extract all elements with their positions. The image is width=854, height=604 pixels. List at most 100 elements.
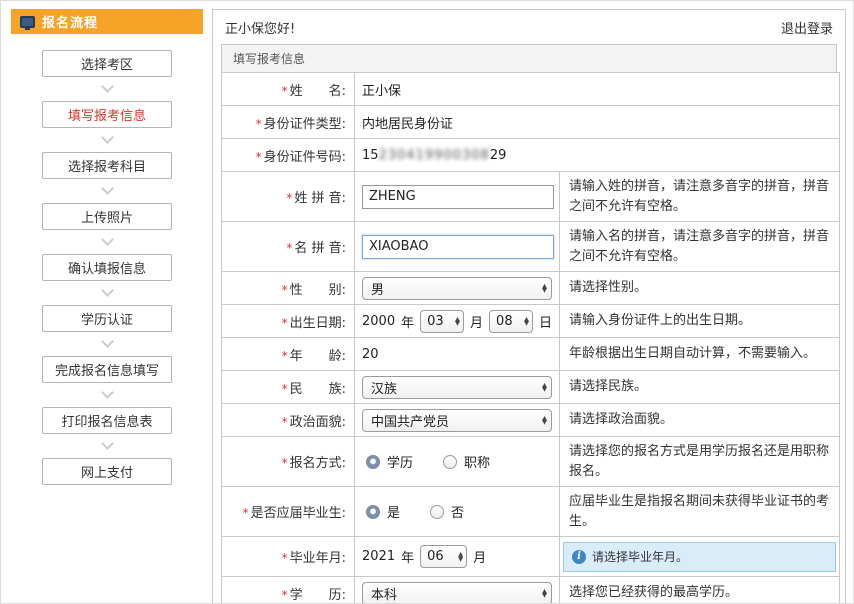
radio-education[interactable] <box>366 455 380 469</box>
chevron-down-icon <box>101 80 114 93</box>
row-fresh-graduate: *是否应届毕业生: 是 否 应届毕业生是指报名期间未获得毕业证书的考生。 <box>222 487 840 537</box>
graduation-date-label: *毕业年月: <box>222 537 355 577</box>
gender-hint: 请选择性别。 <box>560 272 840 305</box>
radio-title-label: 职称 <box>464 452 490 471</box>
row-name: *姓 名: 正小保 <box>222 73 840 106</box>
name-value: 正小保 <box>355 73 840 106</box>
chevron-down-icon <box>101 386 114 399</box>
row-political-status: *政治面貌: 中国共产党员 ▲▼ 请选择政治面貌。 <box>222 404 840 437</box>
row-birth-date: *出生日期: 2000 年 03 ▲▼ 月 08 ▲▼ <box>222 305 840 338</box>
radio-yes-label: 是 <box>387 502 400 521</box>
graduation-month-select[interactable]: 06 ▲▼ <box>420 545 467 568</box>
chevron-down-icon <box>101 233 114 246</box>
given-pinyin-hint: 请输入名的拼音，请注意多音字的拼音，拼音之间不允许有空格。 <box>560 222 840 272</box>
political-status-hint: 请选择政治面貌。 <box>560 404 840 437</box>
step-complete-info[interactable]: 完成报名信息填写 <box>42 356 172 383</box>
step-fill-info[interactable]: 填写报考信息 <box>42 101 172 128</box>
step-select-area[interactable]: 选择考区 <box>42 50 172 77</box>
step-select-subjects[interactable]: 选择报考科目 <box>42 152 172 179</box>
id-type-value: 内地居民身份证 <box>355 106 840 139</box>
greeting-text: 正小保您好! <box>225 18 295 37</box>
row-surname-pinyin: *姓 拼 音: 请输入姓的拼音，请注意多音字的拼音，拼音之间不允许有空格。 <box>222 172 840 222</box>
gender-label: *性 别: <box>222 272 355 305</box>
age-hint: 年龄根据出生日期自动计算，不需要输入。 <box>560 338 840 371</box>
id-number-value: 1523041990030829 <box>355 139 840 172</box>
row-id-number: *身份证件号码: 1523041990030829 <box>222 139 840 172</box>
step-confirm-info[interactable]: 确认填报信息 <box>42 254 172 281</box>
radio-yes[interactable] <box>366 505 380 519</box>
main-header: 正小保您好! 退出登录 <box>213 10 845 44</box>
ethnicity-hint: 请选择民族。 <box>560 371 840 404</box>
ethnicity-label: *民 族: <box>222 371 355 404</box>
row-education-level: *学 历: 本科 ▲▼ 选择您已经获得的最高学历。 <box>222 577 840 604</box>
birth-day-select[interactable]: 08 ▲▼ <box>489 310 533 333</box>
id-type-label: *身份证件类型: <box>222 106 355 139</box>
given-pinyin-input[interactable] <box>362 235 554 259</box>
row-gender: *性 别: 男 ▲▼ 请选择性别。 <box>222 272 840 305</box>
select-stepper-icon: ▲▼ <box>542 284 547 292</box>
ethnicity-select[interactable]: 汉族 ▲▼ <box>362 376 552 399</box>
given-pinyin-label: *名 拼 音: <box>222 222 355 272</box>
monitor-icon <box>20 16 35 28</box>
graduation-date-callout: i 请选择毕业年月。 <box>563 542 836 572</box>
fresh-graduate-hint: 应届毕业生是指报名期间未获得毕业证书的考生。 <box>560 487 840 537</box>
row-graduation-date: *毕业年月: 2021 年 06 ▲▼ 月 i 请选 <box>222 537 840 577</box>
birth-month-select[interactable]: 03 ▲▼ <box>420 310 464 333</box>
masked-id-digits: 230419900308 <box>379 148 490 163</box>
chevron-down-icon <box>101 284 114 297</box>
political-status-label: *政治面貌: <box>222 404 355 437</box>
row-id-type: *身份证件类型: 内地居民身份证 <box>222 106 840 139</box>
surname-pinyin-input[interactable] <box>362 185 554 209</box>
required-mark: * <box>282 84 288 98</box>
select-stepper-icon: ▲▼ <box>455 317 460 325</box>
chevron-down-icon <box>101 335 114 348</box>
gender-select[interactable]: 男 ▲▼ <box>362 277 552 300</box>
surname-pinyin-hint: 请输入姓的拼音，请注意多音字的拼音，拼音之间不允许有空格。 <box>560 172 840 222</box>
row-age: *年 龄: 20 年龄根据出生日期自动计算，不需要输入。 <box>222 338 840 371</box>
chevron-down-icon <box>101 437 114 450</box>
birth-year-value: 2000 <box>362 314 395 329</box>
graduation-date-hint: 请选择毕业年月。 <box>592 548 688 566</box>
education-level-hint: 选择您已经获得的最高学历。 <box>560 577 840 604</box>
radio-education-label: 学历 <box>387 452 413 471</box>
age-value: 20 <box>355 338 560 371</box>
graduation-year-value: 2021 <box>362 549 395 564</box>
sidebar: 报名流程 选择考区 填写报考信息 选择报考科目 上传照片 确认填报信息 学历认证… <box>11 9 203 485</box>
registration-form: *姓 名: 正小保 *身份证件类型: 内地居民身份证 *身份证件号码: 1523… <box>221 72 840 604</box>
chevron-down-icon <box>101 131 114 144</box>
education-level-label: *学 历: <box>222 577 355 604</box>
birth-date-label: *出生日期: <box>222 305 355 338</box>
step-upload-photo[interactable]: 上传照片 <box>42 203 172 230</box>
select-stepper-icon: ▲▼ <box>524 317 529 325</box>
radio-no-label: 否 <box>451 502 464 521</box>
sidebar-header: 报名流程 <box>11 9 203 34</box>
fresh-graduate-label: *是否应届毕业生: <box>222 487 355 537</box>
select-stepper-icon: ▲▼ <box>458 552 463 560</box>
info-icon: i <box>572 550 586 564</box>
page: 报名流程 选择考区 填写报考信息 选择报考科目 上传照片 确认填报信息 学历认证… <box>0 0 854 604</box>
age-label: *年 龄: <box>222 338 355 371</box>
sidebar-title: 报名流程 <box>42 12 98 31</box>
select-stepper-icon: ▲▼ <box>542 589 547 597</box>
select-stepper-icon: ▲▼ <box>542 416 547 424</box>
steps-list: 选择考区 填写报考信息 选择报考科目 上传照片 确认填报信息 学历认证 完成报名… <box>11 50 203 485</box>
logout-link[interactable]: 退出登录 <box>781 18 833 37</box>
radio-title[interactable] <box>443 455 457 469</box>
select-stepper-icon: ▲▼ <box>542 383 547 391</box>
section-title: 填写报考信息 <box>221 44 837 72</box>
row-registration-method: *报名方式: 学历 职称 请选择您的报名方式是用学历报名还是用职称报名。 <box>222 437 840 487</box>
step-print-form[interactable]: 打印报名信息表 <box>42 407 172 434</box>
step-education-verify[interactable]: 学历认证 <box>42 305 172 332</box>
surname-pinyin-label: *姓 拼 音: <box>222 172 355 222</box>
step-online-payment[interactable]: 网上支付 <box>42 458 172 485</box>
political-status-select[interactable]: 中国共产党员 ▲▼ <box>362 409 552 432</box>
main-panel: 正小保您好! 退出登录 填写报考信息 *姓 名: 正小保 *身份证件类型: 内地… <box>212 9 846 604</box>
name-label: *姓 名: <box>222 73 355 106</box>
row-given-pinyin: *名 拼 音: 请输入名的拼音，请注意多音字的拼音，拼音之间不允许有空格。 <box>222 222 840 272</box>
row-ethnicity: *民 族: 汉族 ▲▼ 请选择民族。 <box>222 371 840 404</box>
registration-method-hint: 请选择您的报名方式是用学历报名还是用职称报名。 <box>560 437 840 487</box>
education-level-select[interactable]: 本科 ▲▼ <box>362 582 552 604</box>
radio-no[interactable] <box>430 505 444 519</box>
chevron-down-icon <box>101 182 114 195</box>
registration-method-label: *报名方式: <box>222 437 355 487</box>
